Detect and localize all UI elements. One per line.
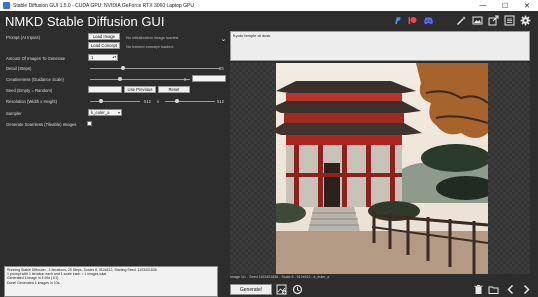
images-to-generate-label: Amount Of Images To Generate: [6, 56, 66, 61]
seamless-checkbox[interactable]: [87, 121, 92, 126]
chevron-down-icon: ⌄: [220, 36, 227, 43]
width-slider-track[interactable]: [90, 101, 140, 102]
height-slider-thumb[interactable]: [175, 99, 179, 103]
spinner-arrows-icon[interactable]: ▴▾: [112, 55, 116, 59]
generate-button[interactable]: Generate!: [230, 284, 272, 295]
expand-prompt-button[interactable]: ⌄: [219, 33, 228, 45]
images-to-generate-input[interactable]: 1 ▴▾: [88, 54, 118, 61]
load-concept-button[interactable]: Load Concept: [88, 42, 120, 49]
list-icon[interactable]: [504, 15, 515, 26]
minimize-button[interactable]: —: [472, 0, 494, 11]
export-icon[interactable]: [488, 15, 499, 26]
main-panel: NMKD Stable Diffusion GUI Prompt (AI Inp…: [0, 11, 538, 297]
close-button[interactable]: ✕: [516, 0, 538, 11]
window-controls: — ☐ ✕: [472, 0, 538, 11]
image-viewer-icon[interactable]: [472, 15, 483, 26]
resolution-label: Resolution (Width x Height): [6, 99, 57, 104]
init-image-note: No initialization image loaded.: [126, 35, 180, 40]
history-icon[interactable]: [292, 284, 303, 295]
image-viewer: [230, 63, 530, 274]
chevron-down-icon[interactable]: ▾: [118, 110, 120, 115]
seed-input[interactable]: [88, 86, 122, 93]
steps-slider-track[interactable]: [90, 68, 220, 69]
reset-seed-button[interactable]: Reset: [158, 86, 190, 93]
guidance-scale-label: Creativeness (Guidance Scale): [6, 77, 64, 82]
trash-icon[interactable]: [473, 284, 484, 295]
paypal-icon[interactable]: [392, 15, 403, 26]
app-icon: [3, 2, 10, 9]
log-line: Done! Generated 1 images in 10s.: [7, 280, 61, 285]
window-title: Stable Diffusion GUI 1.5.0 - CUDA GPU: N…: [13, 2, 195, 9]
images-to-generate-value: 1: [91, 55, 94, 60]
sampler-select[interactable]: k_euler_a ▾: [88, 109, 122, 116]
previous-icon[interactable]: [505, 284, 516, 295]
maximize-button[interactable]: ☐: [494, 0, 516, 11]
height-value: 512: [217, 99, 224, 104]
sampler-label: Sampler: [6, 111, 22, 116]
width-slider-thumb[interactable]: [99, 99, 103, 103]
window-titlebar: Stable Diffusion GUI 1.5.0 - CUDA GPU: N…: [0, 0, 538, 11]
folder-icon[interactable]: [488, 284, 499, 295]
patreon-icon[interactable]: [407, 15, 418, 26]
steps-label: Detail (Steps): [6, 66, 32, 71]
guidance-scale-slider-thumb[interactable]: [118, 77, 122, 81]
sampler-value: k_euler_a: [91, 110, 110, 115]
guidance-scale-value: 8: [184, 77, 187, 82]
generated-image[interactable]: [276, 63, 488, 274]
magic-wand-icon[interactable]: [456, 15, 467, 26]
prompt-textbox[interactable]: Kyoto temple at dusk: [230, 31, 530, 61]
guidance-scale-slider-track[interactable]: [90, 79, 190, 80]
seed-label: Seed (Empty = Random): [6, 88, 53, 93]
gear-icon[interactable]: [520, 15, 531, 26]
prompt-label: Prompt (AI Inputs): [6, 35, 40, 40]
concept-note: No trained concept loaded.: [126, 44, 174, 49]
app-title: NMKD Stable Diffusion GUI: [5, 14, 165, 29]
height-slider-track[interactable]: [165, 101, 215, 102]
width-value: 512: [144, 99, 151, 104]
image-info: Image 1/1 - Seed 1103401836 - Scale 8 - …: [230, 275, 330, 279]
use-previous-seed-button[interactable]: Use Previous: [124, 86, 156, 93]
discord-icon[interactable]: [423, 15, 434, 26]
next-icon[interactable]: [521, 284, 532, 295]
guidance-scale-input[interactable]: [192, 75, 226, 82]
add-image-icon[interactable]: [276, 284, 287, 295]
steps-value: 25: [219, 66, 224, 71]
log-box[interactable]: Running Stable Diffusion - 1 Iterations,…: [4, 266, 218, 297]
resolution-x: x: [157, 99, 160, 104]
load-image-button[interactable]: Load Image: [88, 33, 120, 40]
seamless-label: Generate Seamless (Tileable) Images: [6, 122, 77, 127]
steps-slider-thumb[interactable]: [120, 66, 125, 70]
